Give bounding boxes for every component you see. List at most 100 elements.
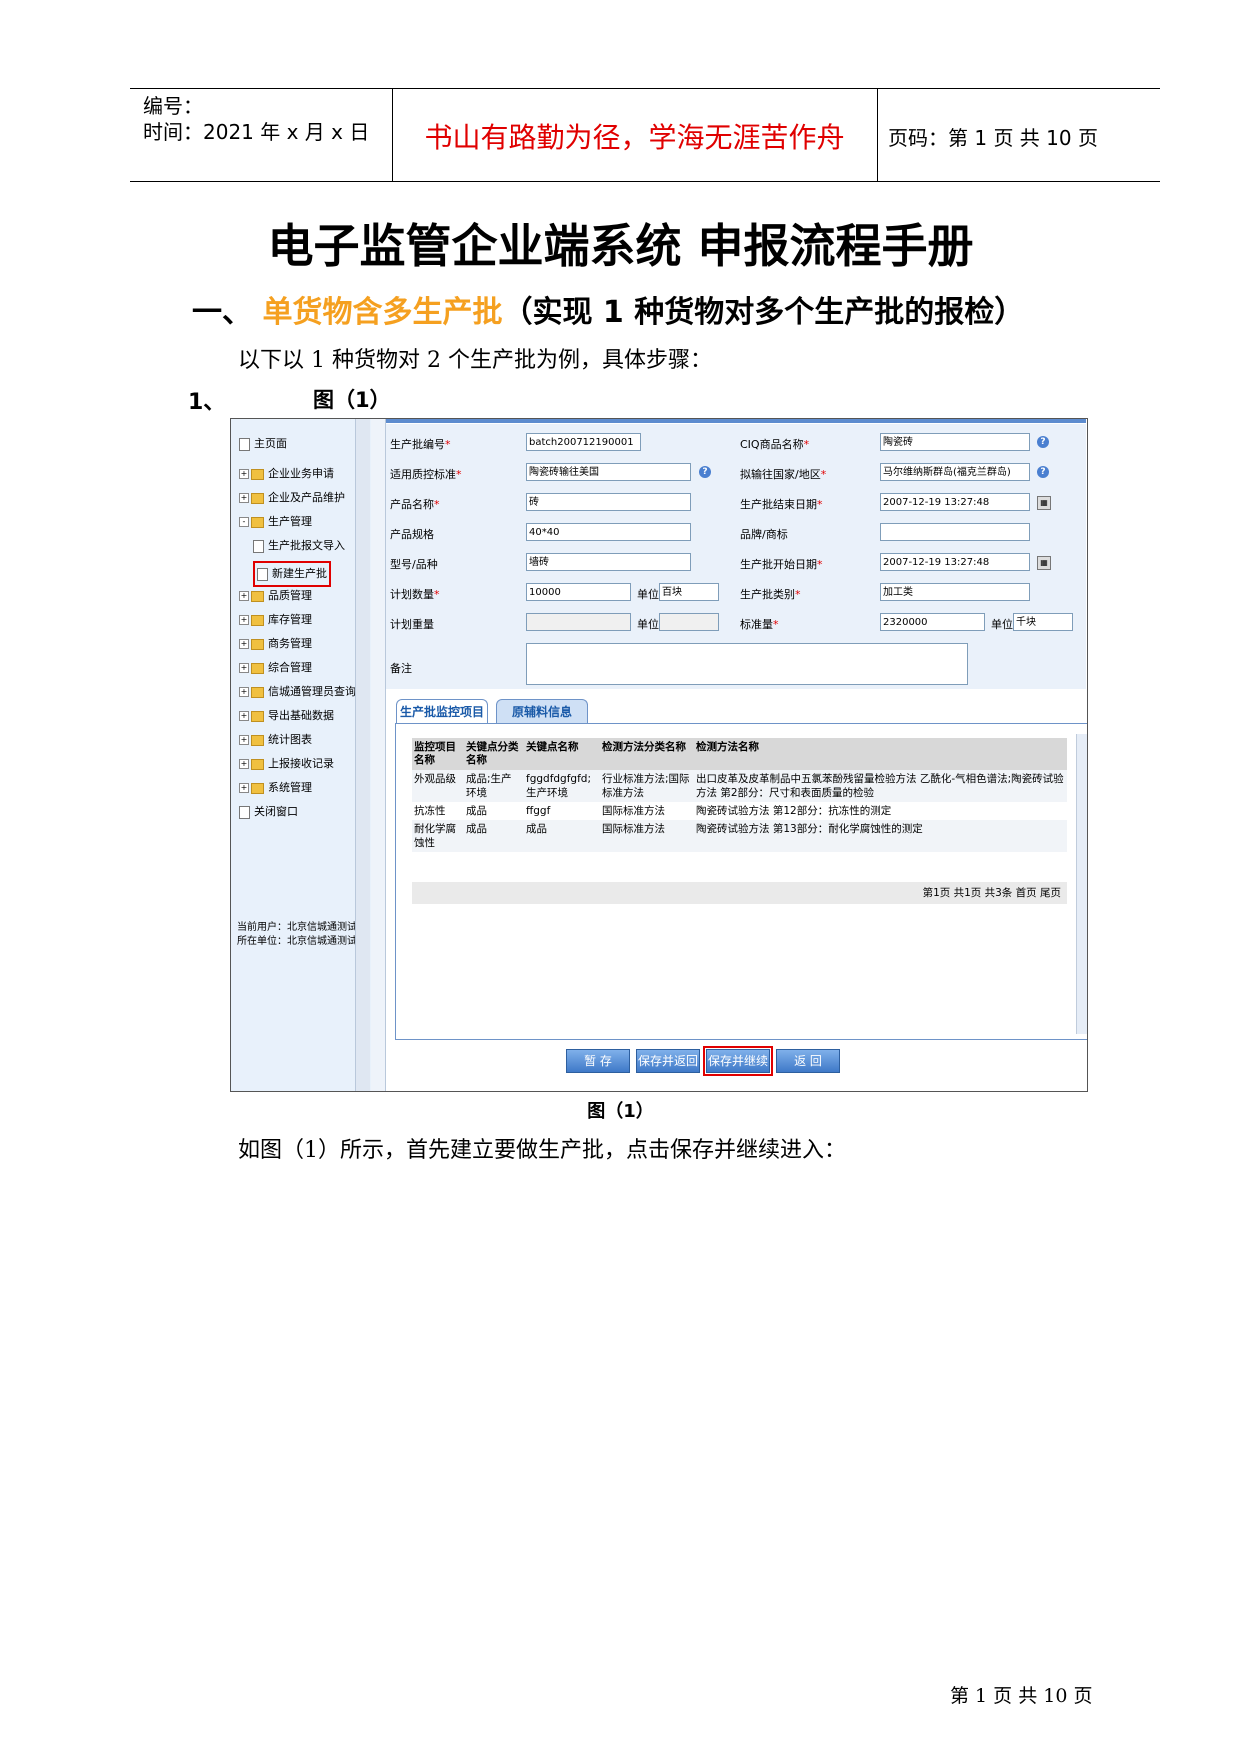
sidebar-item[interactable]: - 生产管理 [239, 515, 312, 529]
unit-label: 单位 [637, 618, 659, 631]
back-button[interactable]: 返 回 [776, 1049, 840, 1073]
sidebar-item-label: 品质管理 [268, 589, 312, 602]
batch-no-field[interactable]: batch200712190001 [526, 433, 641, 451]
sidebar-item-label: 上报接收记录 [268, 757, 334, 770]
sidebar-item[interactable]: + 企业业务申请 [239, 467, 334, 481]
pane-splitter[interactable] [371, 419, 386, 1091]
standard-field[interactable]: 陶瓷砖输往美国 [526, 463, 691, 481]
table-cell: 陶瓷砖试验方法 第12部分：抗冻性的测定 [696, 805, 892, 817]
ciq-name-field[interactable]: 陶瓷砖 [880, 433, 1030, 451]
unit-label: 单位 [637, 588, 659, 601]
end-date-field[interactable]: 2007-12-19 13:27:48 [880, 493, 1030, 511]
help-icon[interactable]: ? [1037, 436, 1049, 448]
collapse-icon[interactable]: - [239, 517, 249, 527]
tab-monitor-items[interactable]: 生产批监控项目 [396, 699, 488, 724]
main-pane: 生产批编号* batch200712190001 CIQ商品名称* 陶瓷砖 ? … [386, 419, 1087, 1091]
start-date-field[interactable]: 2007-12-19 13:27:48 [880, 553, 1030, 571]
help-icon[interactable]: ? [699, 466, 711, 478]
sidebar-scrollbar[interactable] [355, 419, 370, 1091]
country-field[interactable]: 马尔维纳斯群岛(福克兰群岛) [880, 463, 1030, 481]
panel-scrollbar[interactable] [1076, 734, 1087, 1034]
sidebar-item[interactable]: 新建生产批 [253, 561, 331, 587]
product-name-field[interactable]: 砖 [526, 493, 691, 511]
expand-icon[interactable]: + [239, 615, 249, 625]
sidebar-item[interactable]: 主页面 [239, 437, 287, 451]
expand-icon[interactable]: + [239, 591, 249, 601]
plan-qty-unit-field[interactable]: 百块 [659, 583, 719, 601]
table-row[interactable]: 抗冻性 成品 ffggf 国际标准方法 陶瓷砖试验方法 第12部分：抗冻性的测定 [412, 802, 1067, 820]
brand-label: 品牌/商标 [740, 528, 788, 541]
sidebar-item-label: 生产管理 [268, 515, 312, 528]
table-cell: 成品 [464, 820, 524, 852]
unit-label: 单位 [991, 618, 1013, 631]
table-row[interactable]: 外观品级 成品;生产环境 fggdfdgfgfd;生产环境 行业标准方法;国际标准方法… [412, 770, 1067, 802]
expand-icon[interactable]: + [239, 759, 249, 769]
sidebar-item[interactable]: + 企业及产品维护 [239, 491, 345, 505]
figure-caption: 图（1） [587, 1101, 654, 1122]
sidebar-item[interactable]: + 综合管理 [239, 661, 312, 675]
expand-icon[interactable]: + [239, 493, 249, 503]
table-cell: 国际标准方法 [600, 820, 694, 852]
plan-qty-field[interactable]: 10000 [526, 583, 631, 601]
calendar-icon[interactable]: ▦ [1037, 556, 1051, 570]
sidebar-item-label: 系统管理 [268, 781, 312, 794]
std-qty-field[interactable]: 2320000 [880, 613, 985, 631]
col-header: 关键点分类名称 [464, 738, 524, 770]
batch-form: 生产批编号* batch200712190001 CIQ商品名称* 陶瓷砖 ? … [386, 424, 1086, 689]
sidebar-item-label: 综合管理 [268, 661, 312, 674]
page-footer: 第 1 页 共 10 页 [950, 1685, 1093, 1707]
folder-icon [251, 590, 264, 602]
expand-icon[interactable]: + [239, 783, 249, 793]
folder-icon [251, 782, 264, 794]
sidebar-item[interactable]: + 商务管理 [239, 637, 312, 651]
header-bottom-rule [130, 181, 1160, 182]
save-return-button[interactable]: 保存并返回 [636, 1049, 700, 1073]
plan-weight-unit-field[interactable] [659, 613, 719, 631]
calendar-icon[interactable]: ▦ [1037, 496, 1051, 510]
sidebar-item-label: 统计图表 [268, 733, 312, 746]
table-cell: 耐化学腐蚀性 [412, 820, 464, 852]
expand-icon[interactable]: + [239, 663, 249, 673]
help-icon[interactable]: ? [1037, 466, 1049, 478]
save-draft-button[interactable]: 暂 存 [566, 1049, 630, 1073]
grid-pager[interactable]: 第1页 共1页 共3条 首页 尾页 [412, 882, 1067, 904]
sidebar-item[interactable]: + 上报接收记录 [239, 757, 334, 771]
remark-textarea[interactable] [526, 643, 968, 685]
folder-icon [251, 686, 264, 698]
sidebar-item[interactable]: + 库存管理 [239, 613, 312, 627]
page-icon [239, 437, 250, 451]
table-cell: 成品;生产环境 [464, 770, 524, 802]
std-qty-unit-field[interactable]: 千块 [1013, 613, 1073, 631]
page-icon [239, 805, 250, 819]
sidebar-item-label: 导出基础数据 [268, 709, 334, 722]
save-continue-button[interactable]: 保存并继续 [703, 1046, 773, 1076]
table-cell: 行业标准方法;国际标准方法 [600, 770, 694, 802]
sidebar-item[interactable]: + 信城通管理员查询 [239, 685, 356, 699]
sidebar-item[interactable]: + 系统管理 [239, 781, 312, 795]
doc-number-label: 编号： [143, 94, 203, 118]
expand-icon[interactable]: + [239, 735, 249, 745]
sidebar: 主页面 + 企业业务申请 + 企业及产品维护 - 生产管理生产批报文导入新建生产批 + 品质管理… [231, 419, 372, 1091]
monitor-items-panel: 监控项目名称 关键点分类名称 关键点名称 检测方法分类名称 检测方法名称 外观品… [395, 723, 1087, 1040]
brand-field[interactable] [880, 523, 1030, 541]
expand-icon[interactable]: + [239, 711, 249, 721]
plan-qty-label: 计划数量* [390, 588, 440, 601]
expand-icon[interactable]: + [239, 469, 249, 479]
col-header: 监控项目名称 [412, 738, 464, 770]
expand-icon[interactable]: + [239, 687, 249, 697]
table-row[interactable]: 耐化学腐蚀性 成品 成品 国际标准方法 陶瓷砖试验方法 第13部分：耐化学腐蚀性的测定 [412, 820, 1067, 852]
sidebar-item[interactable]: + 品质管理 [239, 589, 312, 603]
tab-raw-materials[interactable]: 原辅料信息 [496, 699, 588, 724]
expand-icon[interactable]: + [239, 639, 249, 649]
sidebar-item[interactable]: + 统计图表 [239, 733, 312, 747]
header-top-rule [130, 88, 1160, 89]
sidebar-item[interactable]: 关闭窗口 [239, 805, 298, 819]
sidebar-item[interactable]: 生产批报文导入 [253, 539, 345, 553]
end-date-label: 生产批结束日期* [740, 498, 823, 511]
sidebar-item[interactable]: + 导出基础数据 [239, 709, 334, 723]
model-field[interactable]: 墙砖 [526, 553, 691, 571]
spec-field[interactable]: 40*40 [526, 523, 691, 541]
folder-icon [251, 638, 264, 650]
plan-weight-field[interactable] [526, 613, 631, 631]
batch-type-field[interactable]: 加工类 [880, 583, 1030, 601]
